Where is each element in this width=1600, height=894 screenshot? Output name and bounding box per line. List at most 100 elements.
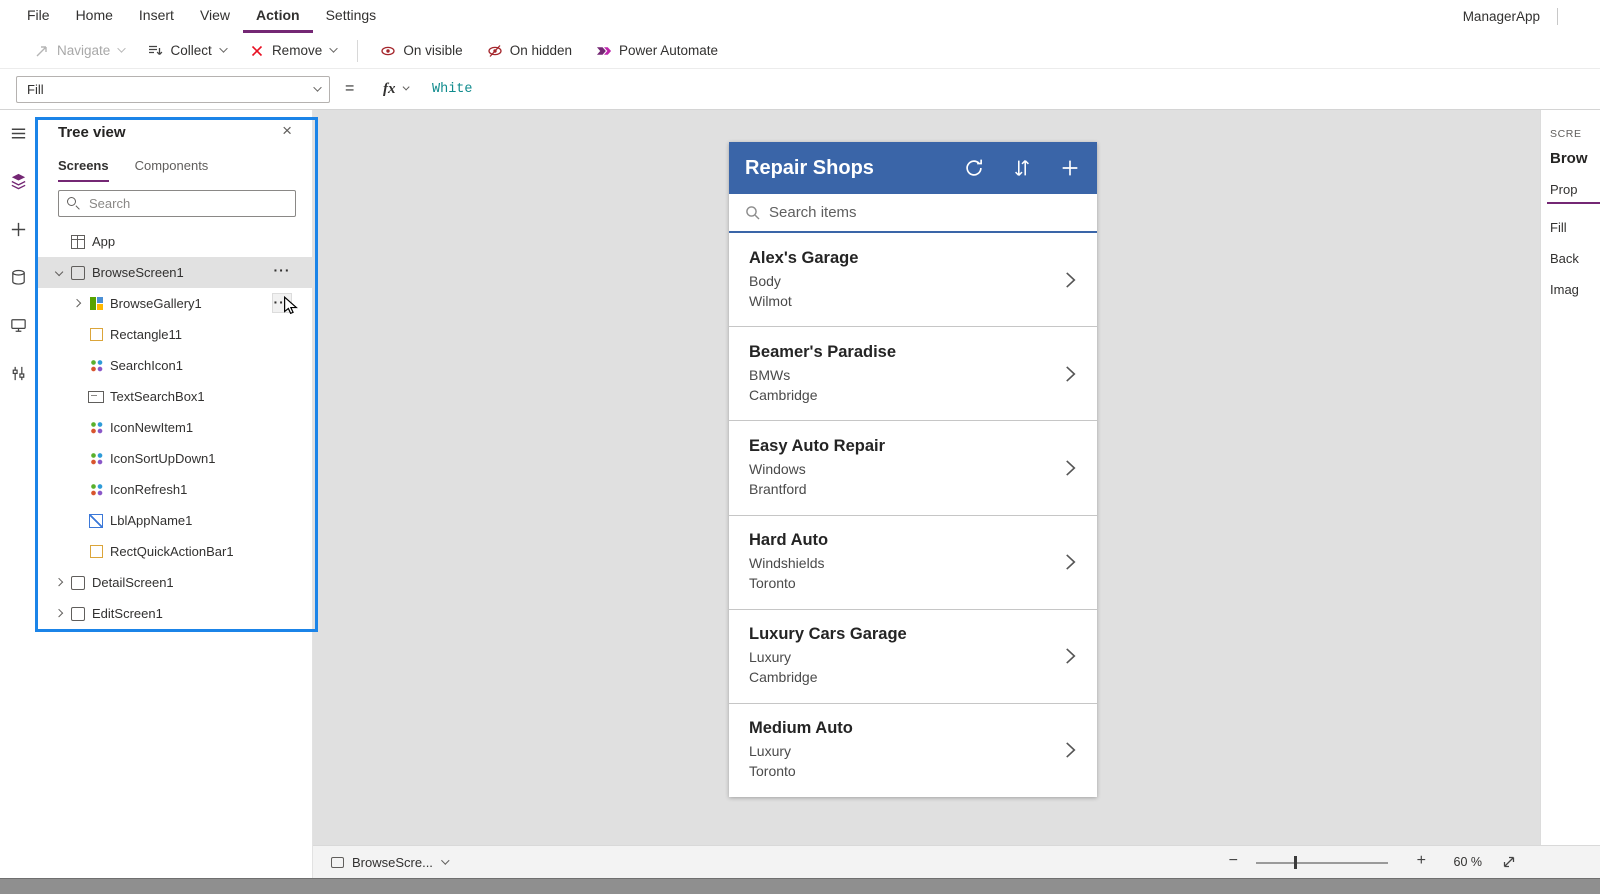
menu-item[interactable]: Settings (313, 0, 390, 33)
refresh-icon[interactable] (963, 157, 985, 179)
chevron-down-icon (401, 83, 410, 92)
menu-item-label: Settings (325, 7, 377, 23)
remove-label: Remove (271, 43, 323, 58)
menu-item[interactable]: View (187, 0, 243, 33)
expand-chevron-icon[interactable] (68, 455, 86, 461)
collect-icon (149, 45, 163, 55)
tree-view-tab[interactable]: Screens (58, 158, 109, 182)
properties-tab[interactable]: Prop (1550, 182, 1577, 197)
tree-item[interactable]: BrowseScreen1 (36, 257, 312, 288)
tree-view-title: Tree view (58, 124, 126, 141)
screen-selector[interactable]: BrowseScre... (331, 846, 450, 878)
expand-chevron-icon[interactable] (68, 331, 86, 337)
tree-view-tab[interactable]: Components (135, 158, 209, 182)
expand-chevron-icon[interactable] (68, 486, 86, 492)
expand-chevron-icon[interactable] (50, 238, 68, 244)
menu-item-label: File (27, 7, 50, 23)
tree-item[interactable]: IconRefresh1 (36, 474, 312, 505)
data-sources-button[interactable] (7, 266, 29, 288)
tree-item[interactable]: LblAppName1 (36, 505, 312, 536)
zoom-slider[interactable] (1256, 856, 1388, 869)
expand-chevron-icon[interactable] (68, 300, 86, 306)
tree-item-label: TextSearchBox1 (110, 389, 205, 404)
formula-input[interactable]: White (432, 82, 1590, 97)
chevron-down-icon (117, 44, 127, 54)
hamburger-icon (11, 127, 25, 139)
tree-item[interactable]: RectQuickActionBar1 (36, 536, 312, 567)
gallery-item[interactable]: Alex's Garage Body Wilmot (729, 233, 1097, 328)
tree-item-label: BrowseGallery1 (110, 296, 202, 311)
chevron-right-icon[interactable] (1057, 455, 1083, 481)
tree-item[interactable]: TextSearchBox1 (36, 381, 312, 412)
tree-item[interactable]: IconSortUpDown1 (36, 443, 312, 474)
tree-item[interactable]: Rectangle11 (36, 319, 312, 350)
more-options-button[interactable] (272, 262, 292, 282)
navigate-icon (36, 45, 47, 56)
gallery-item[interactable]: Medium Auto Luxury Toronto (729, 704, 1097, 797)
chevron-right-icon[interactable] (1057, 643, 1083, 669)
power-automate-button[interactable]: Power Automate (584, 33, 730, 68)
tree-item-label: BrowseScreen1 (92, 265, 184, 280)
properties-panel: SCRE Brow Prop Fill Back Imag (1540, 110, 1600, 845)
app-search-bar[interactable]: Search items (729, 194, 1097, 233)
gallery-item[interactable]: Beamer's Paradise BMWs Cambridge (729, 327, 1097, 422)
zoom-in-button[interactable]: + (1417, 852, 1426, 870)
menu-item[interactable]: File (14, 0, 63, 33)
glyph-icon (86, 452, 106, 465)
tree-view-button[interactable] (7, 170, 29, 192)
property-selector[interactable]: Fill (16, 76, 330, 103)
shop-category: BMWs (749, 366, 791, 383)
gallery-item[interactable]: Luxury Cars Garage Luxury Cambridge (729, 610, 1097, 704)
collect-button[interactable]: Collect (135, 33, 236, 68)
chevron-right-icon[interactable] (1057, 549, 1083, 575)
collect-label: Collect (170, 43, 212, 58)
tree-item-label: DetailScreen1 (92, 575, 174, 590)
insert-button[interactable] (7, 218, 29, 240)
menu-item[interactable]: Action (243, 0, 313, 33)
gallery-icon (86, 297, 106, 310)
on-visible-button[interactable]: On visible (368, 33, 474, 68)
sort-icon[interactable] (1011, 157, 1033, 179)
shop-city: Toronto (749, 575, 796, 592)
navigate-label: Navigate (57, 43, 111, 58)
expand-chevron-icon[interactable] (68, 517, 86, 523)
gallery-item[interactable]: Easy Auto Repair Windows Brantford (729, 421, 1097, 516)
expand-chevron-icon[interactable] (68, 393, 86, 399)
plus-icon[interactable] (1059, 157, 1081, 179)
advanced-tools-button[interactable] (7, 362, 29, 384)
expand-chevron-icon[interactable] (50, 579, 68, 585)
chevron-right-icon[interactable] (1057, 361, 1083, 387)
tree-search (58, 190, 296, 217)
remove-button[interactable]: Remove (237, 33, 347, 68)
menu-item[interactable]: Insert (126, 0, 187, 33)
expand-chevron-icon[interactable] (68, 362, 86, 368)
zoom-slider-handle[interactable] (1294, 856, 1297, 869)
close-icon[interactable]: × (282, 122, 292, 139)
tree-item[interactable]: SearchIcon1 (36, 350, 312, 381)
expand-chevron-icon[interactable] (50, 269, 68, 275)
tab-underline (1547, 202, 1600, 204)
on-hidden-button[interactable]: On hidden (475, 33, 584, 68)
fx-button[interactable]: fx (383, 81, 410, 98)
chevron-right-icon[interactable] (1057, 737, 1083, 763)
tree-item[interactable]: IconNewItem1 (36, 412, 312, 443)
tree-item[interactable]: DetailScreen1 (36, 567, 312, 598)
tree-item[interactable]: App (36, 226, 312, 257)
media-button[interactable] (7, 314, 29, 336)
tree-item[interactable]: EditScreen1 (36, 598, 312, 629)
hamburger-menu-button[interactable] (7, 122, 29, 144)
expand-chevron-icon[interactable] (68, 424, 86, 430)
zoom-out-button[interactable]: − (1229, 852, 1238, 870)
app-header-bar[interactable]: Repair Shops (729, 142, 1097, 194)
navigate-button[interactable]: Navigate (22, 33, 135, 68)
gallery-item[interactable]: Hard Auto Windshields Toronto (729, 516, 1097, 610)
menubar-divider (1557, 8, 1558, 25)
menu-item[interactable]: Home (63, 0, 126, 33)
tree-view-panel: Tree view × Screens Components Search Ap… (36, 110, 313, 878)
expand-chevron-icon[interactable] (50, 610, 68, 616)
fit-to-window-icon[interactable] (1500, 853, 1518, 871)
chevron-right-icon[interactable] (1057, 267, 1083, 293)
tree-search-input[interactable] (58, 190, 296, 217)
tree-item[interactable]: BrowseGallery1 (36, 288, 312, 319)
expand-chevron-icon[interactable] (68, 548, 86, 554)
